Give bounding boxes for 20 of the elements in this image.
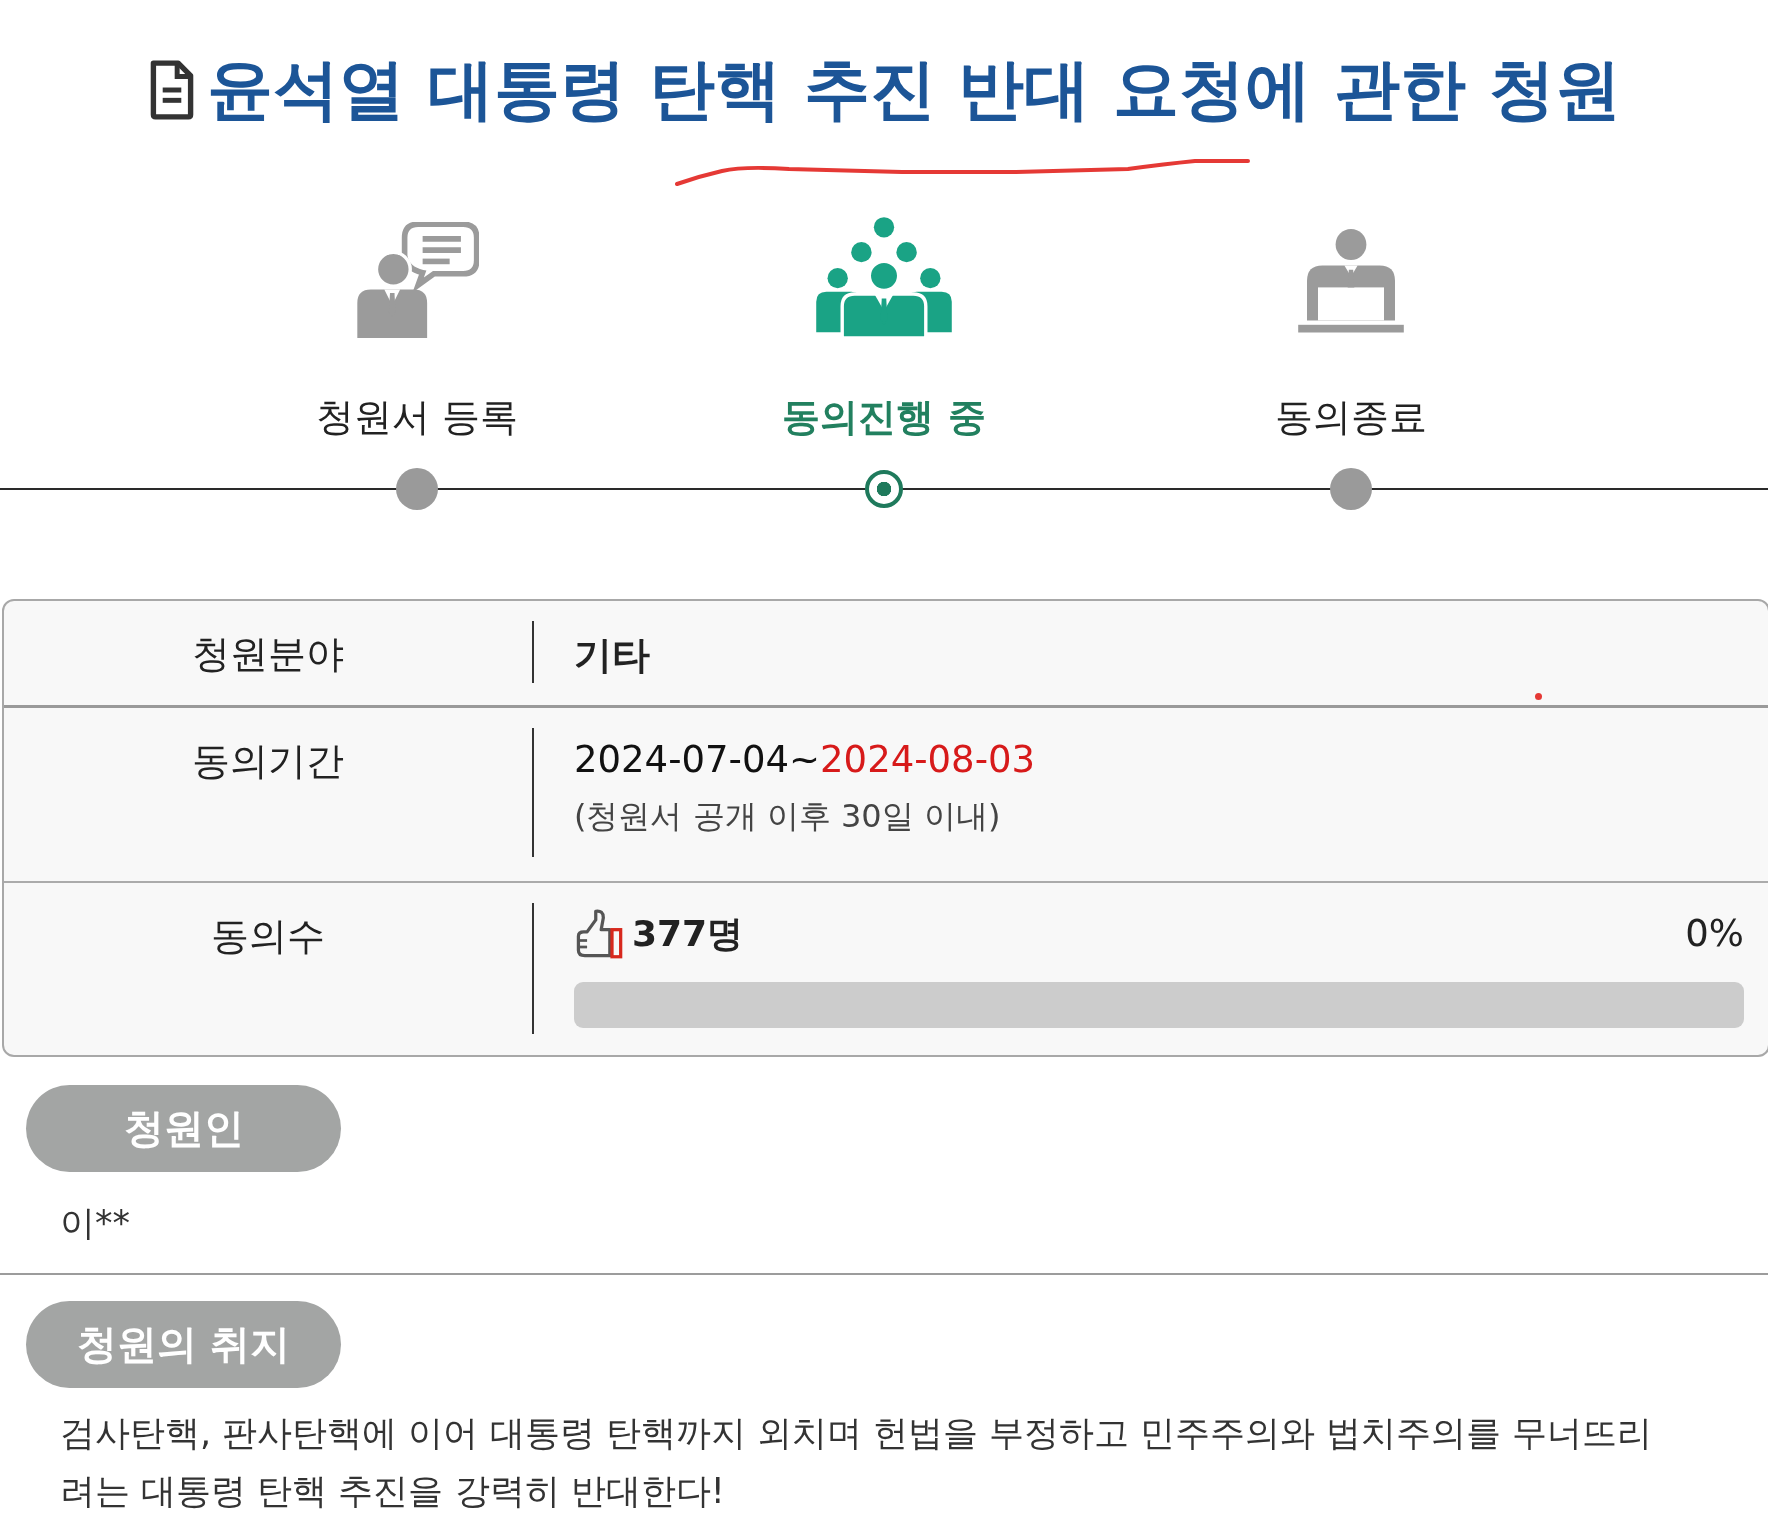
petition-title: 윤석열 대통령 탄핵 추진 반대 요청에 관한 청원 [206, 50, 1622, 130]
step-label: 청원서 등록 [315, 394, 519, 440]
period-dates: 2024-07-04~2024-08-03 [574, 737, 1037, 783]
people-group-icon [816, 216, 952, 338]
row-label: 동의기간 [191, 738, 345, 785]
section-body: 이** [60, 1202, 131, 1245]
period-note: (청원서 공개 이후 30일 이내) [574, 796, 1002, 836]
category-value: 기타 [574, 632, 651, 678]
section-heading: 청원인 [26, 1085, 341, 1172]
step-label: 동의진행 중 [782, 394, 986, 440]
section-body: 검사탄핵, 판사탄핵에 이어 대통령 탄핵까지 외치며 헌법을 부정하고 민주주의와 법치주의를 무너뜨리려는 대통령 탄핵 추진을 강력히 반대한다! [60, 1412, 1654, 1513]
agree-percent: 0% [1685, 911, 1744, 957]
agree-count: 377명 [632, 912, 744, 956]
annotation-dot-icon [1535, 693, 1542, 700]
row-label: 동의수 [210, 913, 326, 960]
person-speech-icon [355, 222, 479, 338]
row-label: 청원분야 [191, 631, 345, 678]
step-label: 동의종료 [1275, 394, 1427, 440]
section-heading: 청원의 취지 [26, 1301, 341, 1388]
thumbs-up-icon [574, 908, 624, 960]
